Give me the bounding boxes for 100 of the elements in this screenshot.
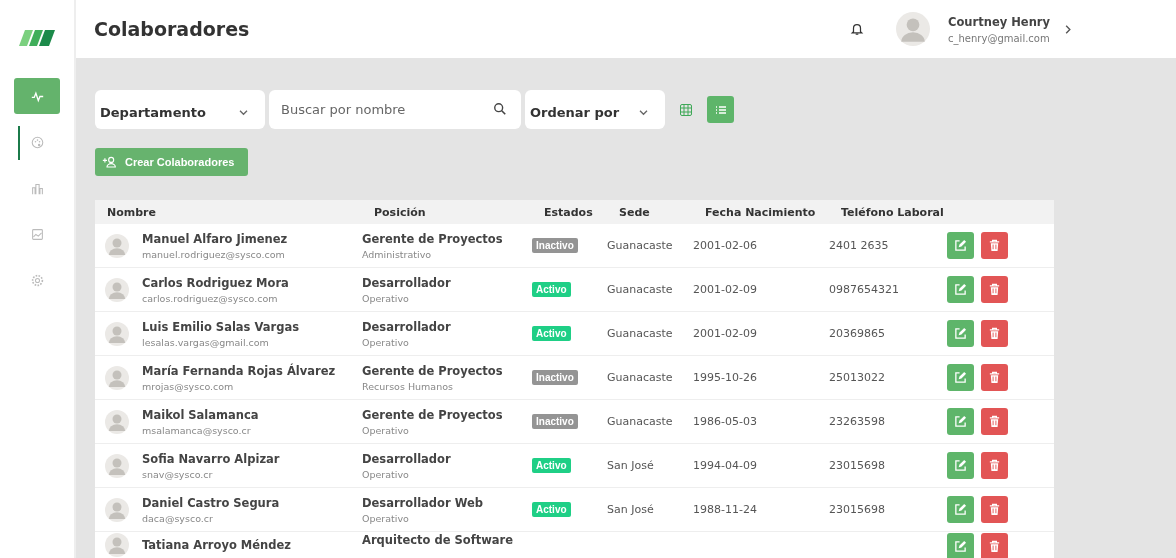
table-cell: 0987654321 — [829, 283, 899, 296]
table-cell: Guanacaste — [607, 283, 673, 296]
employee-email: snav@sysco.cr — [142, 468, 214, 480]
table-cell: 20369865 — [829, 327, 885, 340]
table-cell: 23015698 — [829, 503, 885, 516]
delete-button[interactable] — [981, 408, 1008, 435]
edit-icon — [954, 371, 967, 384]
position-title: Arquitecto de Software — [362, 533, 515, 547]
employee-name: Sofia Navarro Alpizar — [142, 451, 280, 466]
trash-icon — [988, 371, 1001, 384]
department-dropdown[interactable]: Departamento — [95, 90, 265, 129]
edit-button[interactable] — [947, 408, 974, 435]
avatar-icon — [105, 321, 129, 346]
status-badge: Activo — [532, 282, 571, 297]
delete-button[interactable] — [981, 533, 1008, 558]
table-cell: Guanacaste — [607, 327, 673, 340]
table-cell: Guanacaste — [607, 415, 673, 428]
edit-icon — [954, 540, 967, 553]
department-name: Operativo — [362, 336, 410, 348]
search-icon[interactable] — [493, 102, 507, 116]
edit-button[interactable] — [947, 496, 974, 523]
logo-icon — [19, 30, 55, 46]
pulse-icon — [30, 89, 44, 103]
avatar-icon — [105, 233, 129, 258]
edit-button[interactable] — [947, 276, 974, 303]
notification-bell-icon[interactable] — [850, 22, 865, 36]
avatar-icon — [105, 453, 129, 478]
trash-icon — [988, 503, 1001, 516]
delete-button[interactable] — [981, 452, 1008, 479]
delete-button[interactable] — [981, 320, 1008, 347]
department-name: Operativo — [362, 468, 410, 480]
trash-icon — [988, 327, 1001, 340]
status-badge: Activo — [532, 326, 571, 341]
department-name: Administrativo — [362, 248, 433, 260]
avatar-icon — [105, 365, 129, 390]
edit-button[interactable] — [947, 320, 974, 347]
chevron-down-icon — [238, 109, 249, 116]
position-title: Desarrollador — [362, 451, 452, 466]
table-cell: 2001-02-06 — [693, 239, 757, 252]
department-name: Operativo — [362, 512, 410, 524]
list-view-button[interactable] — [707, 96, 734, 123]
status-badge: Activo — [532, 502, 571, 517]
table-cell: 2001-02-09 — [693, 327, 757, 340]
table-cell: 25013022 — [829, 371, 885, 384]
department-name: Operativo — [362, 292, 410, 304]
palette-icon — [30, 135, 44, 149]
position-title: Gerente de Proyectos — [362, 231, 504, 246]
delete-button[interactable] — [981, 276, 1008, 303]
column-header: Sede — [619, 205, 651, 219]
edit-button[interactable] — [947, 232, 974, 259]
table-cell: 1995-10-26 — [693, 371, 757, 384]
table-cell: 23263598 — [829, 415, 885, 428]
column-header: Fecha Nacimiento — [705, 205, 817, 219]
edit-icon — [954, 459, 967, 472]
column-header: Nombre — [106, 205, 157, 219]
column-header: Estados — [544, 205, 594, 219]
trash-icon — [988, 283, 1001, 296]
delete-button[interactable] — [981, 496, 1008, 523]
department-name: Recursos Humanos — [362, 380, 454, 392]
employee-name: María Fernanda Rojas Álvarez — [142, 363, 336, 378]
employee-name: Tatiana Arroyo Méndez — [142, 538, 291, 552]
table-cell: Guanacaste — [607, 371, 673, 384]
trash-icon — [988, 459, 1001, 472]
employee-name: Carlos Rodriguez Mora — [142, 275, 289, 290]
activity-nav-button[interactable] — [14, 78, 60, 114]
trash-icon — [988, 239, 1001, 252]
search-field[interactable]: Buscar por nombre — [269, 90, 521, 129]
employee-email: msalamanca@sysco.cr — [142, 424, 252, 436]
employee-email: manuel.rodriguez@sysco.com — [142, 248, 286, 260]
table-cell: 1988-11-24 — [693, 503, 757, 516]
edit-icon — [954, 415, 967, 428]
sort-dropdown[interactable]: Ordenar por — [525, 90, 665, 129]
edit-icon — [954, 503, 967, 516]
employee-email: mrojas@sysco.com — [142, 380, 235, 392]
employee-email: lesalas.vargas@gmail.com — [142, 336, 270, 348]
delete-button[interactable] — [981, 364, 1008, 391]
employee-name: Manuel Alfaro Jimenez — [142, 231, 288, 246]
grid-icon — [680, 103, 692, 116]
add-user-icon — [102, 156, 117, 168]
chevron-right-icon[interactable] — [1064, 23, 1072, 35]
column-header: Posición — [374, 205, 427, 219]
status-badge: Inactivo — [532, 370, 578, 385]
status-badge: Activo — [532, 458, 571, 473]
position-title: Gerente de Proyectos — [362, 363, 504, 378]
avatar-icon — [105, 409, 129, 434]
employee-email: daca@sysco.cr — [142, 512, 214, 524]
chevron-down-icon — [638, 109, 649, 116]
user-avatar — [896, 12, 931, 46]
table-cell: San José — [607, 459, 654, 472]
edit-button[interactable] — [947, 533, 974, 558]
column-header: Teléfono Laboral — [841, 205, 945, 219]
edit-icon — [954, 283, 967, 296]
list-icon — [714, 103, 727, 116]
table-cell: Guanacaste — [607, 239, 673, 252]
avatar-icon — [105, 277, 129, 302]
table-cell: 1986-05-03 — [693, 415, 757, 428]
table-cell: 2401 2635 — [829, 239, 889, 252]
edit-button[interactable] — [947, 452, 974, 479]
delete-button[interactable] — [981, 232, 1008, 259]
edit-button[interactable] — [947, 364, 974, 391]
